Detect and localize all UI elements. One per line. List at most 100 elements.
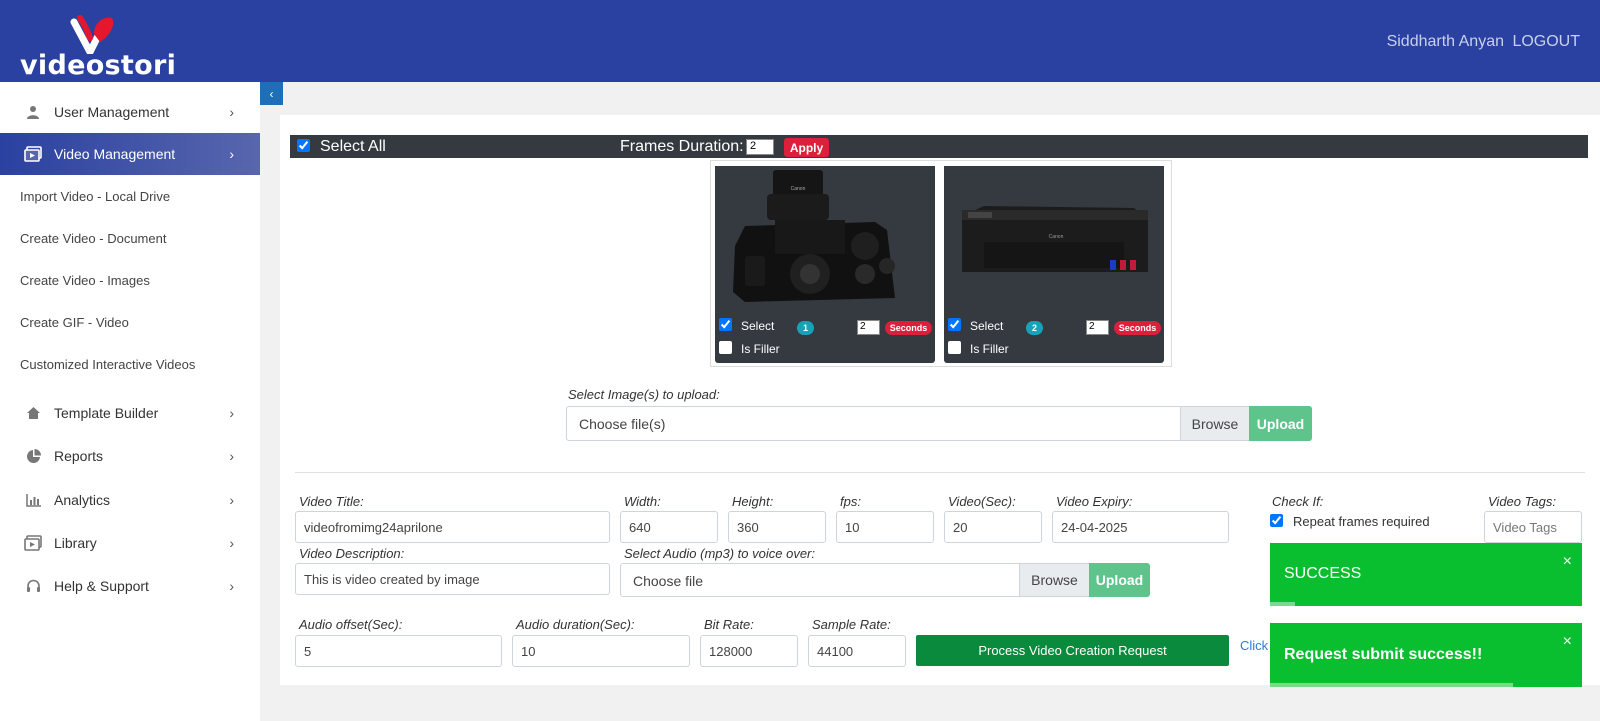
camera-image: Canon	[715, 166, 935, 310]
toast-message: Request submit success!!	[1284, 646, 1483, 663]
video-description-input[interactable]: This is video created by image	[295, 563, 610, 595]
audio-browse-button[interactable]: Browse	[1019, 564, 1089, 596]
frame-seconds-input[interactable]: 2	[1086, 320, 1109, 335]
frame-select-label: Select	[741, 319, 775, 333]
close-icon[interactable]: ×	[1563, 633, 1572, 651]
sidebar: User Management › Video Management › Imp…	[0, 82, 260, 721]
video-expiry-input[interactable]: 24-04-2025	[1052, 511, 1229, 543]
frame-filler-label: Is Filler	[741, 342, 780, 356]
fps-input[interactable]: 10	[836, 511, 934, 543]
width-input[interactable]: 640	[620, 511, 718, 543]
chevron-right-icon: ›	[229, 448, 234, 464]
video-tags-input[interactable]: Video Tags	[1484, 511, 1582, 543]
sidebar-item-label: Library	[54, 535, 97, 551]
image-browse-button[interactable]: Browse	[1180, 407, 1249, 440]
sidebar-item-help-support[interactable]: Help & Support ›	[0, 565, 260, 607]
sidebar-item-label: User Management	[54, 104, 170, 120]
image-file-input[interactable]: Choose file(s) Browse Upload	[566, 406, 1312, 441]
image-upload-button[interactable]: Upload	[1249, 406, 1312, 441]
width-label: Width:	[624, 494, 661, 509]
audio-select-label: Select Audio (mp3) to voice over:	[624, 546, 815, 561]
audio-upload-button[interactable]: Upload	[1089, 563, 1150, 597]
fps-label: fps:	[840, 494, 861, 509]
sample-rate-label: Sample Rate:	[812, 617, 891, 632]
video-description-label: Video Description:	[299, 546, 405, 561]
audio-duration-label: Audio duration(Sec):	[516, 617, 635, 632]
sample-rate-input[interactable]: 44100	[808, 635, 906, 667]
library-icon	[24, 534, 42, 552]
chevron-right-icon: ›	[229, 492, 234, 508]
sidebar-item-label: Help & Support	[54, 578, 149, 594]
repeat-frames-checkbox[interactable]	[1270, 514, 1283, 527]
frame-card[interactable]: Canon Select 1 2 Seconds Is Filler	[715, 166, 935, 363]
submenu-customized-interactive[interactable]: Customized Interactive Videos	[20, 357, 195, 372]
toast-success[interactable]: SUCCESS ×	[1270, 543, 1582, 606]
sidebar-item-label: Reports	[54, 448, 104, 464]
submenu-import-video[interactable]: Import Video - Local Drive	[20, 189, 170, 204]
section-divider	[295, 472, 1585, 473]
chevron-right-icon: ›	[229, 535, 234, 551]
sidebar-item-reports[interactable]: Reports ›	[0, 435, 260, 477]
frame-seconds-badge: Seconds	[885, 321, 932, 335]
frame-select-checkbox[interactable]	[948, 318, 961, 331]
toast-message: SUCCESS	[1284, 565, 1362, 582]
sidebar-item-library[interactable]: Library ›	[0, 522, 260, 564]
pie-chart-icon	[24, 447, 42, 465]
bit-rate-input[interactable]: 128000	[700, 635, 798, 667]
frame-seconds-badge: Seconds	[1114, 321, 1161, 335]
frame-index-badge: 1	[797, 321, 814, 335]
frame-card[interactable]: Canon Select 2 2 Seconds Is Filler	[944, 166, 1164, 363]
bit-rate-label: Bit Rate:	[704, 617, 754, 632]
submenu-create-video-images[interactable]: Create Video - Images	[20, 273, 150, 288]
user-icon	[24, 103, 42, 121]
sidebar-item-analytics[interactable]: Analytics ›	[0, 479, 260, 521]
video-title-label: Video Title:	[299, 494, 364, 509]
height-input[interactable]: 360	[728, 511, 826, 543]
videostori-logo[interactable]: videostori	[20, 14, 180, 81]
sidebar-item-label: Video Management	[54, 146, 176, 162]
logout-link[interactable]: LOGOUT	[1512, 33, 1580, 51]
frame-filler-checkbox[interactable]	[948, 341, 961, 354]
audio-file-input[interactable]: Choose file Browse Upload	[620, 563, 1150, 597]
frame-select-label: Select	[970, 319, 1004, 333]
submenu-create-gif[interactable]: Create GIF - Video	[20, 315, 129, 330]
sidebar-item-user-management[interactable]: User Management ›	[0, 91, 260, 133]
printer-image: Canon	[944, 166, 1164, 310]
top-header: videostori Siddharth Anyan LOGOUT	[0, 0, 1600, 82]
image-file-placeholder: Choose file(s)	[579, 416, 666, 432]
svg-text:Canon: Canon	[791, 186, 806, 192]
submenu-create-video-document[interactable]: Create Video - Document	[20, 231, 166, 246]
frame-index-badge: 2	[1026, 321, 1043, 335]
home-icon	[24, 404, 42, 422]
toast-progress-bar	[1270, 683, 1514, 687]
process-video-button[interactable]: Process Video Creation Request	[916, 635, 1229, 666]
frames-duration-input[interactable]: 2	[746, 139, 774, 155]
svg-text:Canon: Canon	[1049, 234, 1064, 240]
headset-icon	[24, 577, 42, 595]
apply-button[interactable]: Apply	[784, 138, 829, 157]
user-name-link[interactable]: Siddharth Anyan	[1387, 33, 1504, 51]
select-all-checkbox[interactable]	[297, 139, 310, 152]
check-if-label: Check If:	[1272, 494, 1324, 509]
video-sec-input[interactable]: 20	[944, 511, 1042, 543]
sidebar-item-template-builder[interactable]: Template Builder ›	[0, 392, 260, 434]
chevron-right-icon: ›	[229, 104, 234, 120]
audio-offset-input[interactable]: 5	[295, 635, 502, 667]
toast-request-submitted[interactable]: Request submit success!! ×	[1270, 623, 1582, 687]
audio-offset-label: Audio offset(Sec):	[299, 617, 403, 632]
video-title-input[interactable]: videofromimg24aprilone	[295, 511, 610, 543]
bar-chart-icon	[24, 491, 42, 509]
click-link[interactable]: Click	[1240, 638, 1268, 653]
logo-text: videostori	[20, 50, 177, 81]
frame-select-checkbox[interactable]	[719, 318, 732, 331]
video-library-icon	[24, 145, 42, 163]
frame-filler-checkbox[interactable]	[719, 341, 732, 354]
close-icon[interactable]: ×	[1563, 553, 1572, 571]
video-expiry-label: Video Expiry:	[1056, 494, 1133, 509]
sidebar-item-video-management[interactable]: Video Management ›	[0, 133, 260, 175]
sidebar-item-label: Template Builder	[54, 405, 159, 421]
audio-duration-input[interactable]: 10	[512, 635, 690, 667]
sidebar-collapse-button[interactable]: ‹	[260, 82, 283, 105]
logo-v-icon	[70, 15, 114, 54]
frame-seconds-input[interactable]: 2	[857, 320, 880, 335]
